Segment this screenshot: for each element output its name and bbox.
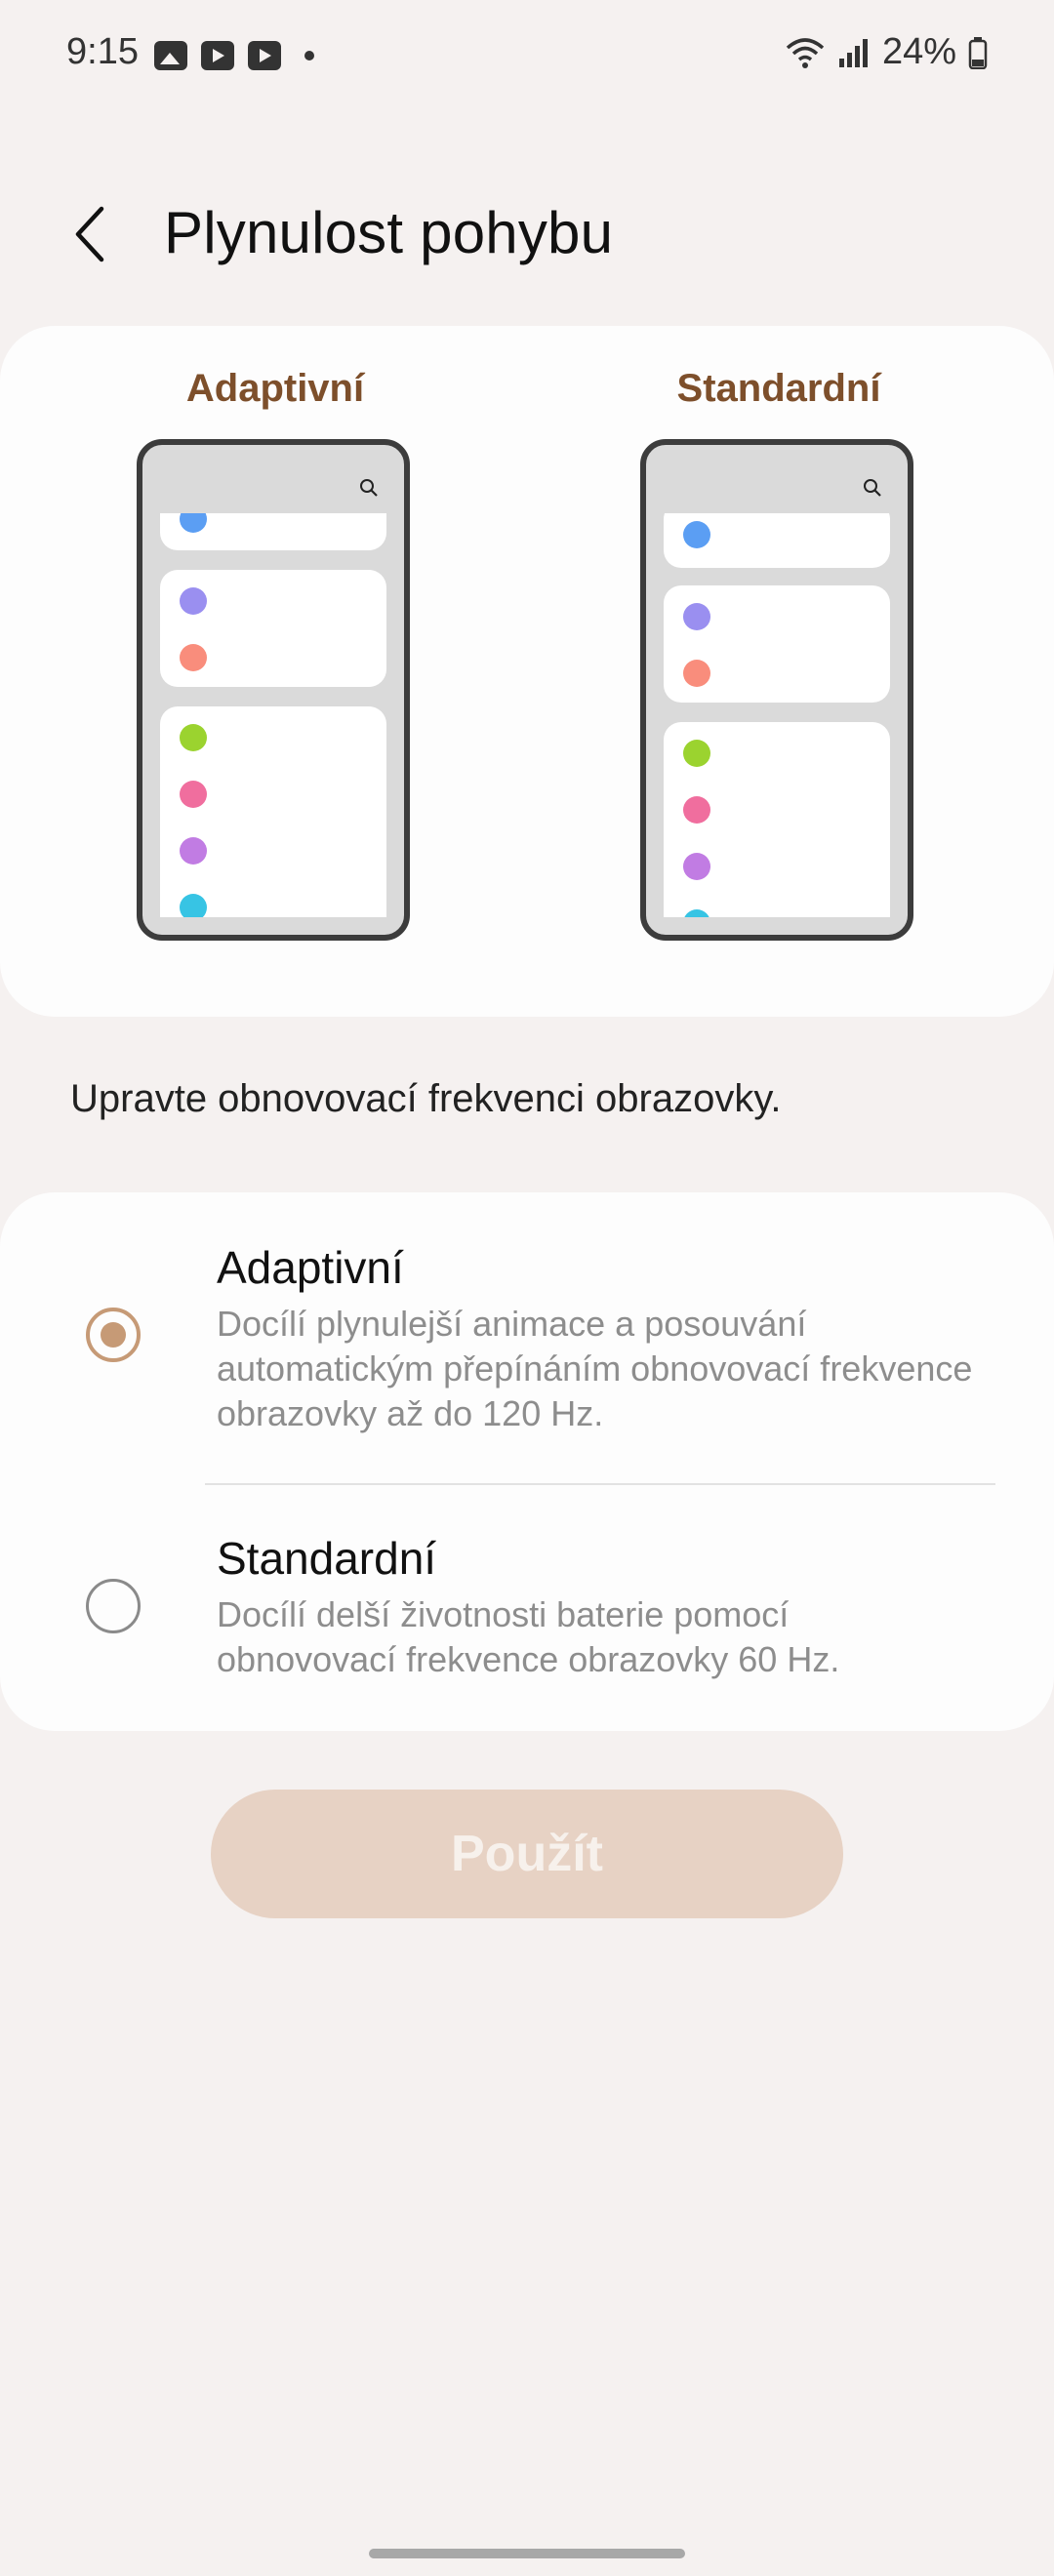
mock-card: [160, 706, 386, 917]
status-time: 9:15: [66, 31, 139, 72]
back-button[interactable]: [61, 195, 119, 273]
mock-card: [160, 570, 386, 687]
refresh-rate-options: Adaptivní Docílí plynulejší animace a po…: [0, 1192, 1054, 1731]
youtube-icon: [201, 41, 234, 70]
mock-dot: [683, 603, 710, 630]
system-icons: 24%: [785, 31, 988, 73]
battery-percentage: 24%: [881, 31, 956, 72]
wifi-icon: [785, 36, 826, 69]
mock-card: [664, 513, 890, 568]
mock-dot: [180, 644, 207, 671]
mock-dot: [180, 724, 207, 751]
gesture-navigation-bar[interactable]: [369, 2549, 685, 2558]
mock-dot: [180, 894, 207, 917]
mock-dot: [683, 740, 710, 767]
option-standard-description: Docílí delší životnosti baterie pomocí o…: [217, 1594, 840, 1679]
mock-dot: [683, 660, 710, 687]
mock-dot: [180, 513, 207, 533]
apply-button[interactable]: Použít: [211, 1790, 843, 1918]
notification-icons: [154, 39, 314, 72]
mock-card: [160, 513, 386, 550]
refresh-rate-preview: Adaptivní Standardní: [0, 326, 1054, 1017]
battery-icon: [968, 36, 988, 69]
description-text: Upravte obnovovací frekvenci obrazovky.: [70, 1077, 782, 1120]
mock-card: [664, 722, 890, 917]
youtube-icon: [248, 41, 281, 70]
option-standard-title: Standardní: [217, 1533, 437, 1584]
preview-standard: Standardní: [632, 326, 925, 1017]
mock-dot: [180, 837, 207, 865]
preview-adaptive: Adaptivní: [129, 326, 422, 1017]
option-adaptive-description: Docílí plynulejší animace a posouvání au…: [217, 1304, 973, 1433]
page-title: Plynulost pohybu: [164, 200, 614, 265]
mock-dot: [180, 781, 207, 808]
preview-standard-label: Standardní: [676, 367, 881, 410]
radio-standard[interactable]: [86, 1579, 141, 1633]
chevron-left-icon: [75, 206, 104, 262]
dot-icon: [304, 51, 314, 60]
mock-dot: [180, 587, 207, 615]
status-bar: 9:15 24%: [0, 0, 1054, 107]
option-standard[interactable]: Standardní Docílí delší životnosti bater…: [0, 1485, 1054, 1731]
phone-mockup-adaptive: [137, 439, 410, 941]
mock-dot: [683, 909, 710, 917]
search-icon: [864, 479, 881, 497]
search-icon: [360, 479, 378, 497]
option-adaptive-title: Adaptivní: [217, 1242, 404, 1293]
mock-dot: [683, 853, 710, 880]
gallery-icon: [154, 41, 187, 70]
signal-icon: [837, 37, 871, 68]
preview-adaptive-label: Adaptivní: [185, 367, 365, 410]
mock-dot: [683, 521, 710, 548]
mock-card: [664, 585, 890, 703]
mock-dot: [683, 796, 710, 824]
option-adaptive[interactable]: Adaptivní Docílí plynulejší animace a po…: [0, 1192, 1054, 1485]
phone-mockup-standard: [640, 439, 913, 941]
radio-adaptive[interactable]: [86, 1308, 141, 1362]
